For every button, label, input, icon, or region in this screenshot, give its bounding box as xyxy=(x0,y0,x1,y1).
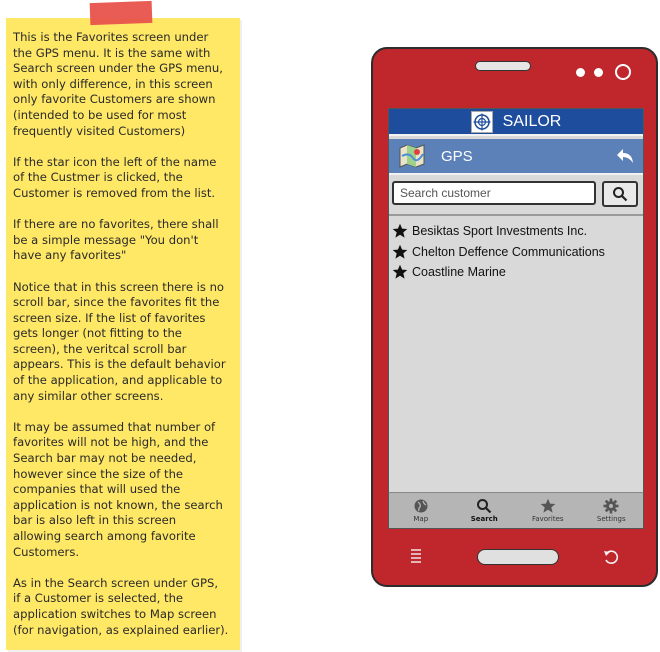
search-row xyxy=(392,181,639,207)
star-icon[interactable] xyxy=(392,223,408,239)
list-item[interactable]: Chelton Deffence Communications xyxy=(392,242,642,263)
tab-favorites[interactable]: Favorites xyxy=(516,493,580,528)
bottom-tab-bar: Map Search Favorites Settings xyxy=(389,492,643,528)
gear-icon xyxy=(603,498,619,514)
customer-name: Besiktas Sport Investments Inc. xyxy=(412,224,588,239)
tab-search[interactable]: Search xyxy=(453,493,517,528)
note-paragraph: Notice that in this screen there is no s… xyxy=(13,279,226,403)
menu-icon[interactable] xyxy=(409,547,423,565)
app-title: SAILOR xyxy=(502,112,562,130)
tab-settings[interactable]: Settings xyxy=(580,493,644,528)
star-icon xyxy=(540,498,556,513)
sticky-note: This is the Favorites screen under the G… xyxy=(6,18,240,650)
globe-icon xyxy=(414,499,428,513)
tab-label: Map xyxy=(413,515,429,523)
front-camera xyxy=(615,64,631,80)
note-paragraph: As in the Search screen under GPS, if a … xyxy=(13,575,229,637)
note-paragraph: If the star icon the left of the name of… xyxy=(13,154,217,200)
list-item[interactable]: Besiktas Sport Investments Inc. xyxy=(392,221,642,242)
tab-map[interactable]: Map xyxy=(389,493,453,528)
note-tape xyxy=(89,0,153,26)
phone-screen: SAILOR GPS Search customer Besiktas Spor… xyxy=(388,108,644,529)
map-icon xyxy=(399,144,425,168)
note-paragraph: This is the Favorites screen under the G… xyxy=(13,30,223,138)
customer-name: Coastline Marine xyxy=(412,265,506,280)
list-item[interactable]: Coastline Marine xyxy=(392,262,642,283)
tab-label: Settings xyxy=(596,515,626,523)
star-icon[interactable] xyxy=(392,244,408,260)
search-input[interactable] xyxy=(392,181,596,205)
customer-name: Chelton Deffence Communications xyxy=(412,244,605,259)
search-icon xyxy=(613,187,628,202)
home-button[interactable] xyxy=(477,549,559,565)
section-title: GPS xyxy=(441,147,473,165)
tab-label: Search xyxy=(470,515,498,523)
tab-label: Favorites xyxy=(531,515,564,523)
compass-logo-icon xyxy=(470,110,493,133)
earpiece xyxy=(475,61,531,71)
phone-frame: SAILOR GPS Search customer Besiktas Spor… xyxy=(371,47,658,587)
star-icon[interactable] xyxy=(392,264,408,280)
back-arrow-icon[interactable] xyxy=(615,147,635,165)
app-title-bar: SAILOR xyxy=(389,109,643,136)
note-paragraph: If there are no favorites, there shall b… xyxy=(13,217,219,263)
sensor-dot xyxy=(594,68,603,77)
favorites-list: Besiktas Sport Investments Inc. Chelton … xyxy=(392,221,642,283)
search-icon xyxy=(477,499,492,514)
search-button[interactable] xyxy=(602,181,638,207)
divider xyxy=(389,214,643,216)
undo-back-icon[interactable] xyxy=(602,548,620,566)
sensor-dot xyxy=(576,68,585,77)
note-paragraph: It may be assumed that number of favorit… xyxy=(13,419,223,559)
section-header: GPS xyxy=(389,139,643,175)
